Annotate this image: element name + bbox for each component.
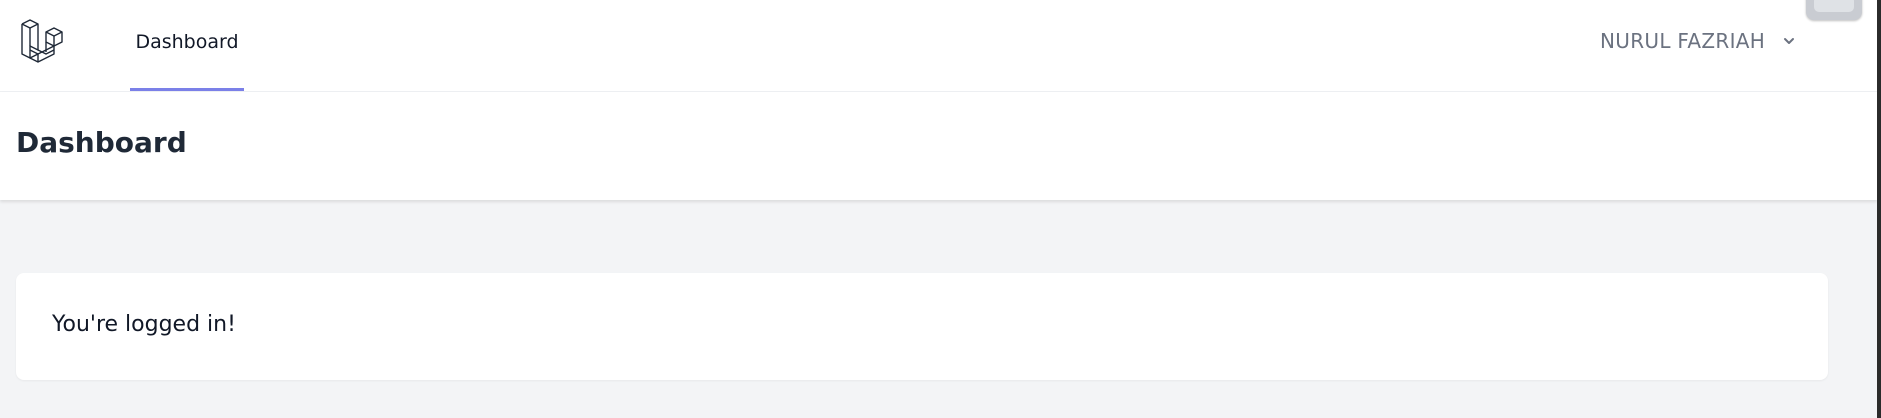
- nav-link-dashboard[interactable]: Dashboard: [130, 0, 244, 91]
- corner-widget-icon: [1814, 0, 1854, 12]
- laravel-logo-icon[interactable]: [18, 16, 72, 68]
- page-header: Dashboard: [0, 92, 1877, 200]
- user-menu-dropdown[interactable]: NURUL FAZRIAH: [1600, 24, 1797, 58]
- status-card: You're logged in!: [16, 273, 1828, 380]
- nav-link-label: Dashboard: [135, 31, 239, 53]
- chevron-down-icon: [1784, 38, 1795, 44]
- page-title: Dashboard: [16, 126, 187, 159]
- user-name: NURUL FAZRIAH: [1600, 29, 1766, 53]
- top-navigation: Dashboard NURUL FAZRIAH: [0, 0, 1877, 92]
- window-edge: [1877, 0, 1881, 418]
- app-window: Dashboard NURUL FAZRIAH Dashboard You're…: [0, 0, 1881, 418]
- corner-widget-button[interactable]: [1806, 0, 1862, 20]
- login-status-message: You're logged in!: [52, 312, 236, 337]
